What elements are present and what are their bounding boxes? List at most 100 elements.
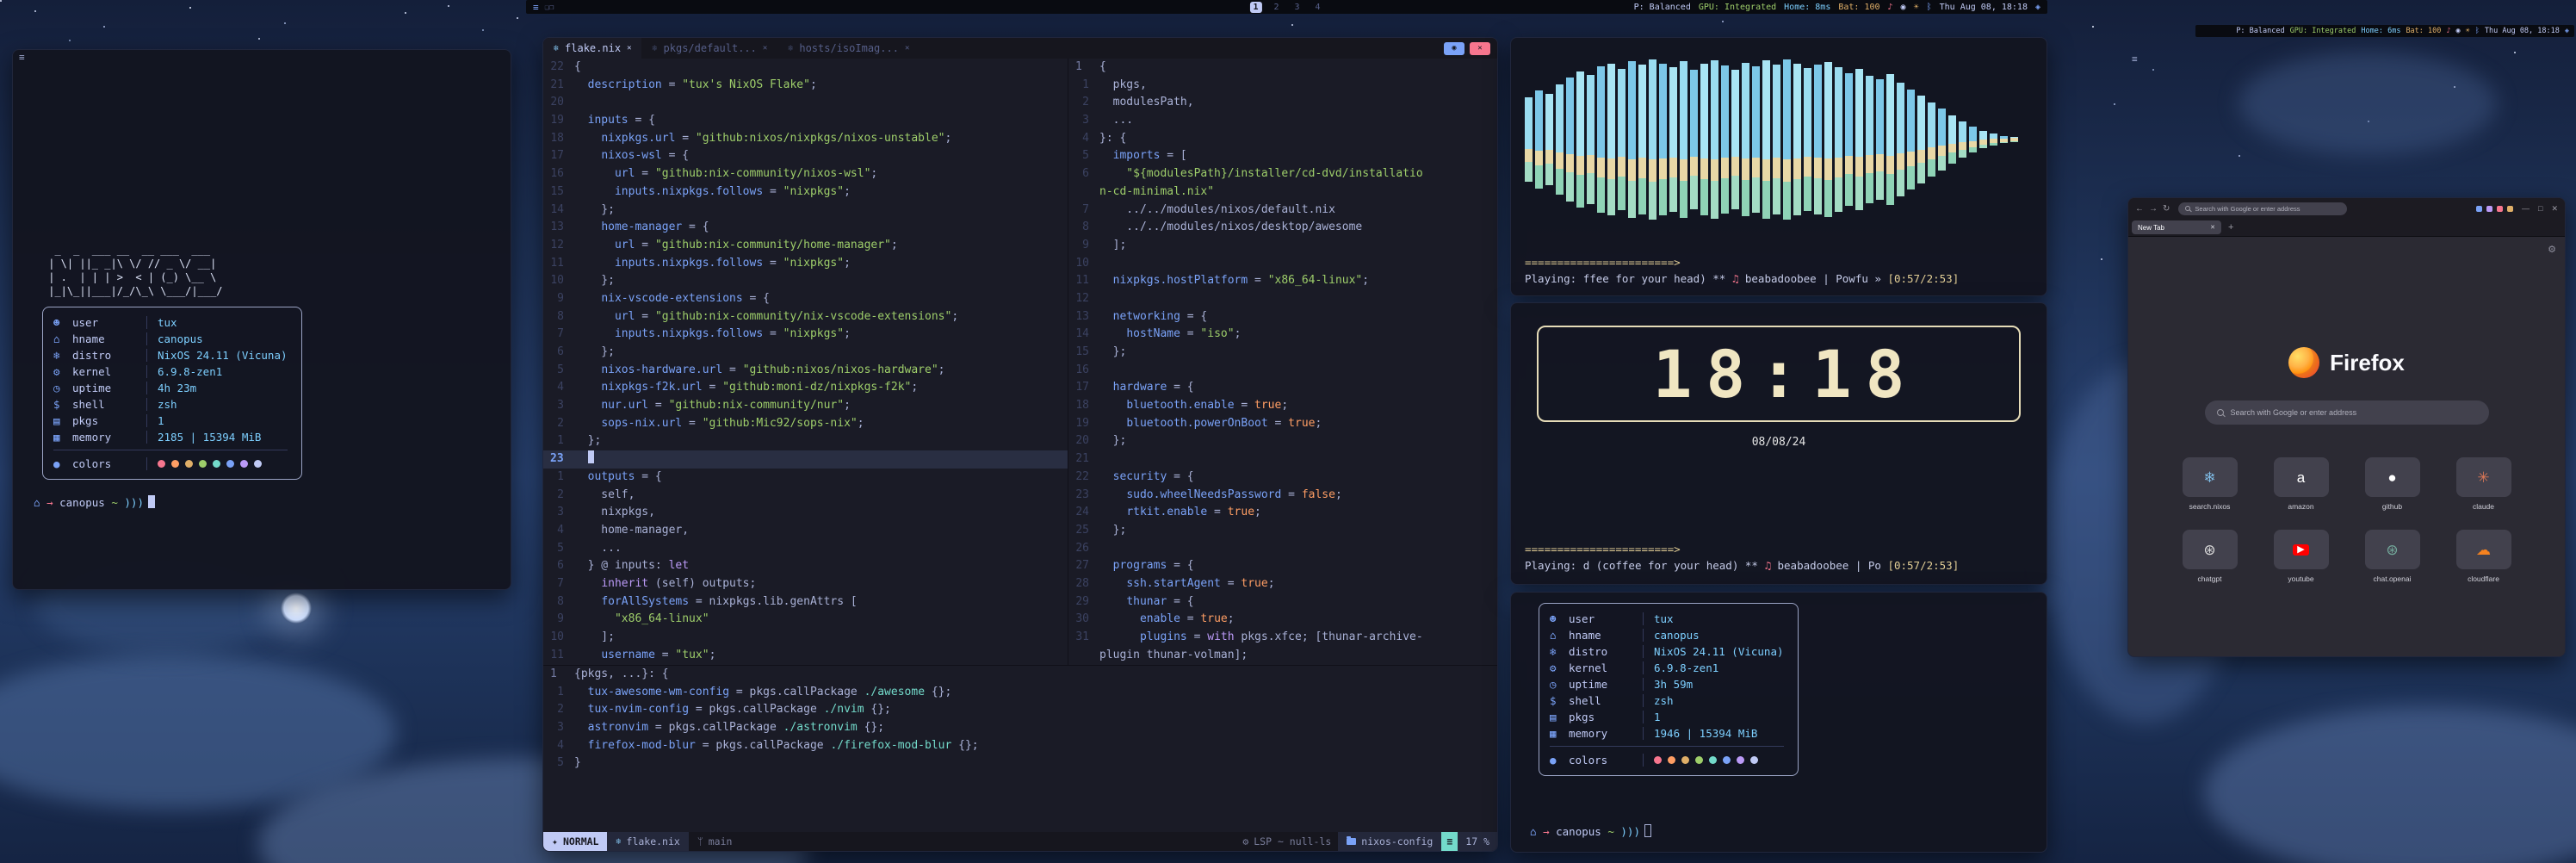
- status-chip[interactable]: P: Balanced: [2236, 27, 2284, 35]
- code-line: 9 "x86_64-linux": [543, 611, 1068, 629]
- extension-icon[interactable]: [2497, 206, 2503, 212]
- line-text: };: [574, 344, 1068, 362]
- url-bar[interactable]: Search with Google or enter address: [2178, 202, 2347, 215]
- neovim-window[interactable]: ❄flake.nix✕❄pkgs/default...✕❄hosts/isoIm…: [542, 37, 1498, 852]
- cloudflare-icon: ☁: [2476, 543, 2491, 557]
- status-chip[interactable]: Home: 8ms: [1784, 3, 1830, 12]
- terminal-fastfetch-window[interactable]: _ _ ___ __ __ ___ ___ | \| ||_ _|\ \/ //…: [12, 49, 511, 590]
- firefox-window[interactable]: ← → ↻ Search with Google or enter addres…: [2127, 197, 2566, 657]
- shortcut-cloudflare[interactable]: ☁cloudflare: [2447, 530, 2521, 583]
- editor-tab-pkgs-default-[interactable]: ❄pkgs/default...✕: [641, 38, 777, 59]
- forward-button[interactable]: →: [2149, 204, 2158, 214]
- shortcut-search.nixos[interactable]: ❄search.nixos: [2173, 457, 2247, 511]
- editor-pane-pkgs-default[interactable]: 1{pkgs, ...}: {1 tux-awesome-wm-config =…: [543, 665, 1497, 794]
- shortcut-chatgpt[interactable]: ⊛chatgpt: [2173, 530, 2247, 583]
- code-line: 9 ];: [1068, 237, 1497, 255]
- bluetooth-icon[interactable]: ᛒ: [1927, 3, 1932, 12]
- status-chip[interactable]: GPU: Integrated: [2290, 27, 2356, 35]
- personalize-gear-icon[interactable]: ⚙: [2548, 244, 2556, 255]
- reload-button[interactable]: ↻: [2163, 204, 2170, 214]
- layout-icon[interactable]: ❐: [549, 3, 554, 12]
- line-number: 11: [1068, 272, 1099, 290]
- visualizer-bar: [1638, 65, 1646, 214]
- palette-dot: [1695, 756, 1703, 764]
- status-area: P: Balanced GPU: Integrated Home: 6ms Bat: …: [2236, 27, 2574, 35]
- record-icon[interactable]: ◉: [2456, 27, 2461, 35]
- eye-toggle-button[interactable]: ◉: [1444, 42, 1464, 55]
- bar-left-widgets: ≡ ❏❐: [526, 2, 554, 13]
- shell-prompt[interactable]: ⌂ → canopus ~ ))): [34, 495, 511, 509]
- record-icon[interactable]: ◉: [1901, 3, 1906, 12]
- editor-pane-iso-image[interactable]: 1{1 pkgs,2 modulesPath,3 ...4}: {5 impor…: [1068, 59, 1497, 665]
- code-line: 20: [543, 94, 1068, 112]
- line-text: bluetooth.powerOnBoot = true;: [1099, 415, 1497, 433]
- extension-icon[interactable]: [2476, 206, 2482, 212]
- line-number: 21: [1068, 450, 1099, 469]
- clock-widget-window[interactable]: 18:18 08/08/24 =======================> …: [1510, 302, 2047, 585]
- workspace-2[interactable]: 2: [1270, 2, 1282, 13]
- bluetooth-icon[interactable]: ᛒ: [2475, 27, 2480, 35]
- extension-icon[interactable]: [2486, 206, 2492, 212]
- layoutbox-icon[interactable]: ≡: [19, 52, 25, 63]
- power-icon[interactable]: ◈: [2035, 3, 2040, 12]
- close-button[interactable]: ✕: [1470, 42, 1490, 55]
- shortcut-youtube[interactable]: ▶youtube: [2264, 530, 2338, 583]
- minimize-button[interactable]: —: [2522, 204, 2530, 213]
- shortcut-github[interactable]: ●github: [2356, 457, 2430, 511]
- status-chip[interactable]: Home: 6ms: [2361, 27, 2400, 35]
- line-text: description = "tux's NixOS Flake";: [574, 77, 1068, 95]
- shortcut-card: ⊛: [2183, 530, 2238, 569]
- code-line: 17 nixos-wsl = {: [543, 147, 1068, 165]
- menu-icon[interactable]: ≡: [533, 2, 539, 13]
- line-text: };: [574, 202, 1068, 220]
- fetch-row-distro: ❄distroNixOS 24.11 (Vicuna): [1550, 643, 1784, 660]
- code-line: 7 ../../modules/nixos/default.nix: [1068, 202, 1497, 220]
- visualizer-bar: [1669, 67, 1677, 212]
- close-button[interactable]: ✕: [2551, 204, 2558, 214]
- audio-visualizer-window[interactable]: =======================> Playing: ffee f…: [1510, 37, 2047, 296]
- line-text: nur.url = "github:nix-community/nur";: [574, 397, 1068, 415]
- maximize-button[interactable]: □: [2538, 204, 2542, 213]
- line-text: [1099, 362, 1497, 380]
- layoutbox-icon[interactable]: ≡: [2132, 53, 2138, 65]
- fetch-row-pkgs: ▤pkgs1: [53, 413, 288, 429]
- editor-pane-flake-nix[interactable]: 22{21 description = "tux's NixOS Flake";…: [543, 59, 1068, 665]
- newtab-search-bar[interactable]: Search with Google or enter address: [2205, 400, 2489, 425]
- extension-icon[interactable]: [2507, 206, 2513, 212]
- tab-close-icon[interactable]: ✕: [763, 44, 767, 53]
- visualizer-bar: [1979, 131, 1987, 149]
- workspace-3[interactable]: 3: [1291, 2, 1303, 13]
- top-bar-primary: ≡ ❏❐ 1234 P: Balanced GPU: Integrated Home…: [526, 0, 2047, 14]
- workspace-4[interactable]: 4: [1312, 2, 1324, 13]
- code-line: 5 imports = [: [1068, 147, 1497, 165]
- status-chip[interactable]: Bat: 100: [2406, 27, 2441, 35]
- tab-new-tab[interactable]: New Tab✕: [2132, 220, 2221, 234]
- line-number: 2: [543, 487, 574, 505]
- tab-close-icon[interactable]: ✕: [2210, 224, 2215, 231]
- line-text: inputs.nixpkgs.follows = "nixpkgs";: [574, 183, 1068, 202]
- line-number: 7: [543, 575, 574, 593]
- clock[interactable]: Thu Aug 08, 18:18: [2485, 27, 2560, 35]
- status-chip[interactable]: GPU: Integrated: [1699, 3, 1776, 12]
- clock[interactable]: Thu Aug 08, 18:18: [1940, 3, 2028, 12]
- tab-close-icon[interactable]: ✕: [905, 44, 909, 53]
- brightness-icon[interactable]: ☀: [2466, 27, 2470, 35]
- power-icon[interactable]: ◈: [2565, 27, 2569, 35]
- shortcut-claude[interactable]: ✳claude: [2447, 457, 2521, 511]
- media-icon[interactable]: ♪: [2446, 27, 2450, 35]
- status-chip[interactable]: P: Balanced: [1634, 3, 1691, 12]
- code-line: n-cd-minimal.nix": [1068, 183, 1497, 202]
- shortcut-chat.openai[interactable]: ⊛chat.openai: [2356, 530, 2430, 583]
- editor-tab-hosts-isoImag-[interactable]: ❄hosts/isoImag...✕: [777, 38, 920, 59]
- workspace-1[interactable]: 1: [1249, 2, 1261, 13]
- status-chip[interactable]: Bat: 100: [1838, 3, 1879, 12]
- tab-close-icon[interactable]: ✕: [627, 44, 631, 53]
- editor-tab-flake-nix[interactable]: ❄flake.nix✕: [543, 38, 641, 59]
- new-tab-button[interactable]: +: [2228, 222, 2233, 233]
- brightness-icon[interactable]: ☀: [1914, 3, 1919, 12]
- shortcut-amazon[interactable]: aamazon: [2264, 457, 2338, 511]
- back-button[interactable]: ←: [2135, 204, 2144, 214]
- shell-prompt[interactable]: ⌂ → canopus ~ ))): [1530, 824, 2047, 838]
- terminal-fastfetch-window-2[interactable]: ☻usertux⌂hnamecanopus❄distroNixOS 24.11 …: [1510, 592, 2047, 853]
- media-icon[interactable]: ♪: [1888, 3, 1893, 12]
